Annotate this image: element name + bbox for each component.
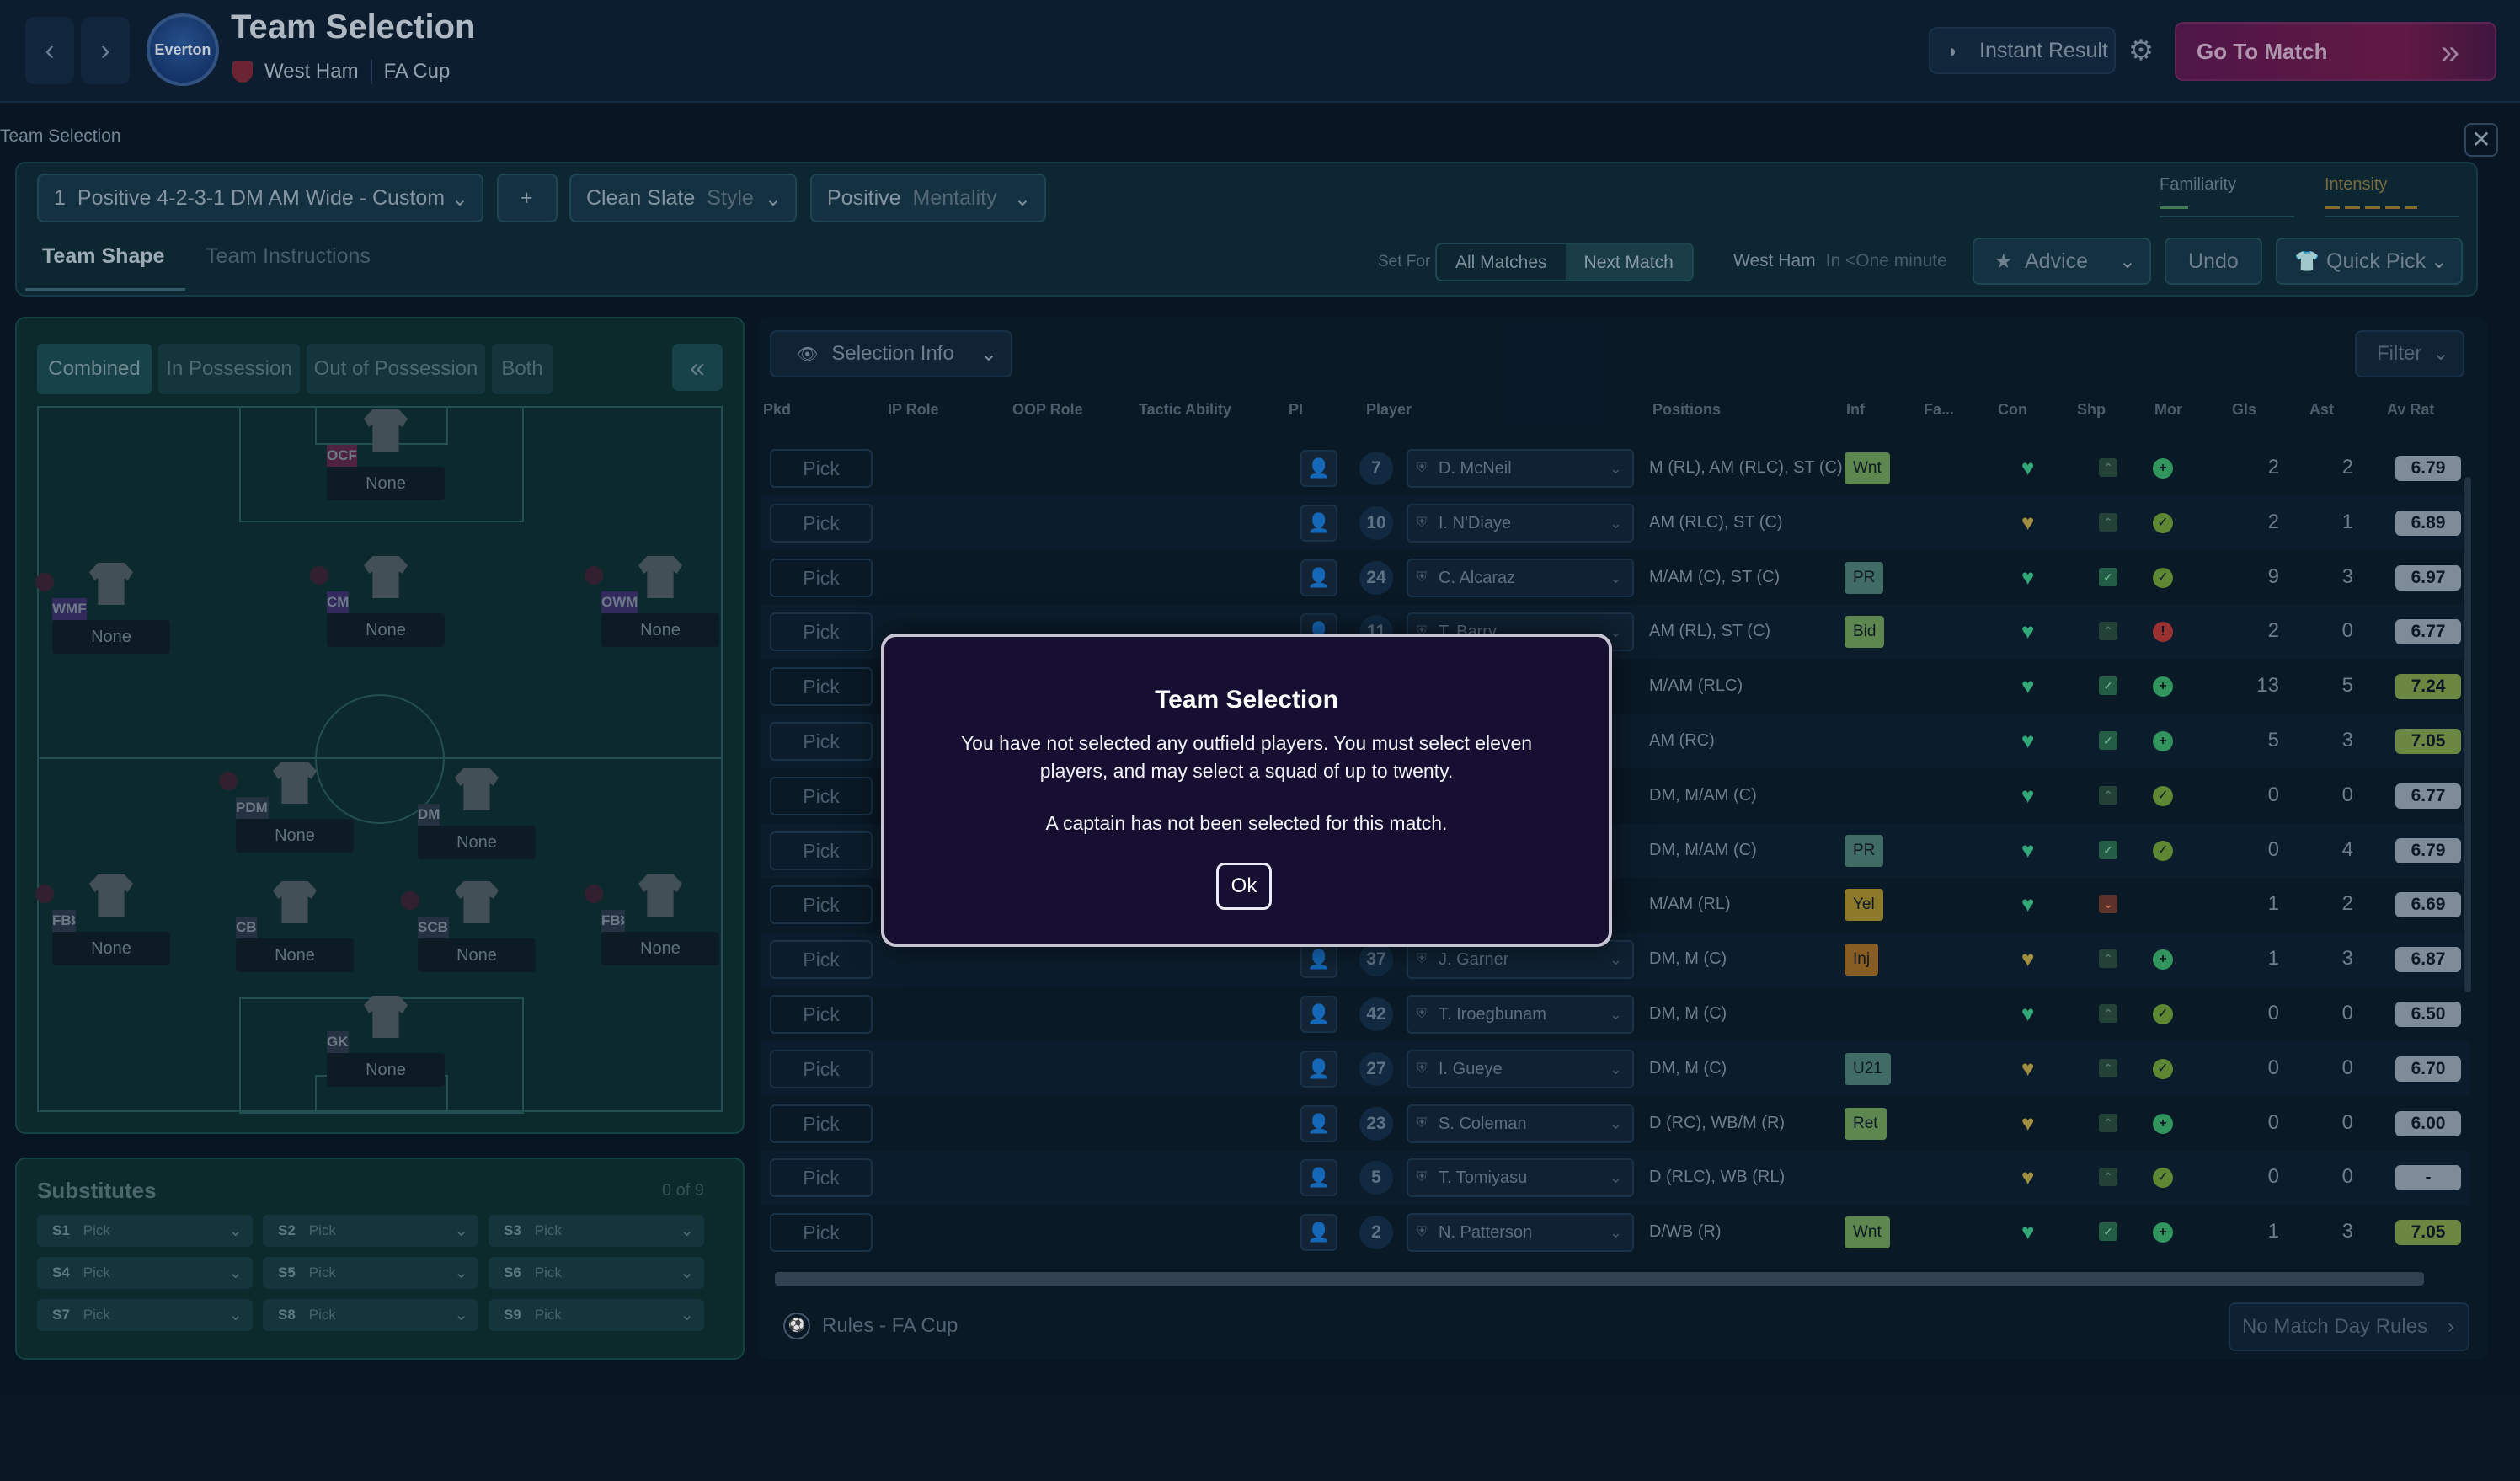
team-selection-dialog: Team Selection You have not selected any… bbox=[881, 634, 1612, 947]
dialog-captain-message: A captain has not been selected for this… bbox=[1045, 812, 1448, 834]
dialog-title: Team Selection bbox=[1155, 686, 1338, 714]
ok-button[interactable]: Ok bbox=[1216, 863, 1272, 910]
dialog-message: You have not selected any outfield playe… bbox=[960, 732, 1533, 782]
